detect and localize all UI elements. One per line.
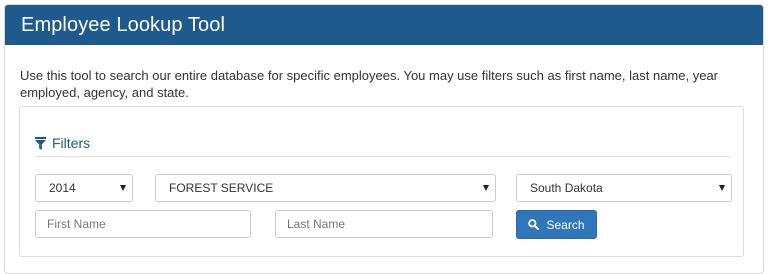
last-name-input[interactable]: Last Name (275, 210, 493, 238)
tool-description: Use this tool to search our entire datab… (20, 68, 719, 100)
panel-header: Employee Lookup Tool (5, 5, 763, 45)
agency-select-value: FOREST SERVICE (169, 181, 274, 195)
chevron-down-icon (483, 185, 489, 191)
filters-heading: Filters (35, 135, 90, 151)
state-select-value: South Dakota (530, 181, 603, 195)
page-title: Employee Lookup Tool (21, 13, 225, 36)
agency-select[interactable]: FOREST SERVICE (155, 174, 496, 202)
chevron-down-icon (120, 185, 126, 191)
filter-icon (35, 136, 46, 150)
employee-lookup-panel: Employee Lookup Tool Use this tool to se… (4, 4, 764, 274)
state-select[interactable]: South Dakota (516, 174, 732, 202)
last-name-placeholder: Last Name (287, 217, 346, 231)
search-icon (528, 219, 540, 230)
search-button[interactable]: Search (516, 210, 597, 239)
filters-heading-label: Filters (52, 135, 91, 151)
first-name-placeholder: First Name (47, 217, 106, 231)
chevron-down-icon (719, 185, 725, 191)
first-name-input[interactable]: First Name (35, 210, 251, 238)
filters-divider (34, 156, 731, 157)
filters-section: Filters 2014 FOREST SERVICE South Dakota… (19, 106, 744, 257)
year-select[interactable]: 2014 (35, 174, 133, 202)
year-select-value: 2014 (49, 181, 76, 195)
search-button-label: Search (546, 217, 585, 232)
